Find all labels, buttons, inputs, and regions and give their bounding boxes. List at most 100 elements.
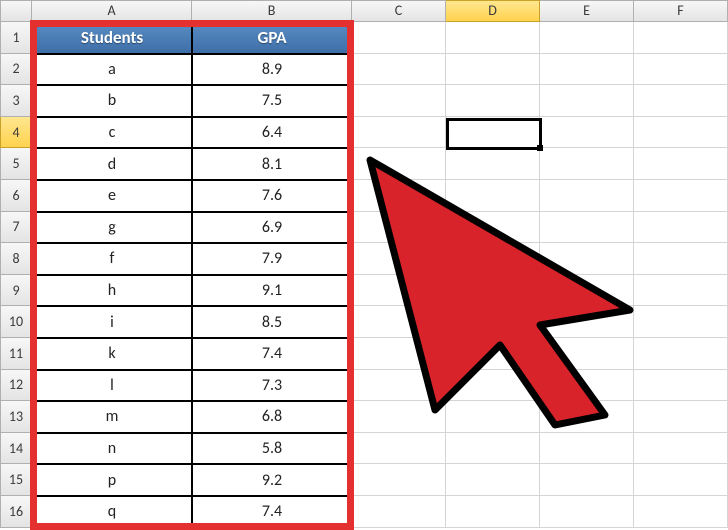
- cell-D5[interactable]: [446, 148, 540, 180]
- cell-B13[interactable]: 6.8: [192, 401, 352, 433]
- cell-B14[interactable]: 5.8: [192, 433, 352, 465]
- cell-A9[interactable]: h: [32, 275, 192, 307]
- cell-A3[interactable]: b: [32, 85, 192, 117]
- cell-C2[interactable]: [352, 54, 446, 86]
- cell-B5[interactable]: 8.1: [192, 148, 352, 180]
- cell[interactable]: [352, 22, 446, 54]
- column-header-A[interactable]: A: [32, 0, 192, 22]
- cell-F6[interactable]: [634, 180, 728, 212]
- cell-F16[interactable]: [634, 496, 728, 528]
- cell-D4[interactable]: [446, 117, 540, 149]
- row-header[interactable]: 1: [0, 22, 32, 54]
- cell[interactable]: [446, 22, 540, 54]
- cell-A13[interactable]: m: [32, 401, 192, 433]
- cell-B12[interactable]: 7.3: [192, 370, 352, 402]
- column-header-B[interactable]: B: [192, 0, 352, 22]
- cell-A15[interactable]: p: [32, 464, 192, 496]
- cell-B2[interactable]: 8.9: [192, 54, 352, 86]
- cell[interactable]: [634, 22, 728, 54]
- cell-F10[interactable]: [634, 306, 728, 338]
- row-header[interactable]: 9: [0, 275, 32, 307]
- cell-D3[interactable]: [446, 85, 540, 117]
- row-header[interactable]: 4: [0, 117, 32, 149]
- cell-B4[interactable]: 6.4: [192, 117, 352, 149]
- cell-E15[interactable]: [540, 464, 634, 496]
- cell-F8[interactable]: [634, 243, 728, 275]
- column-header-C[interactable]: C: [352, 0, 446, 22]
- cell-A6[interactable]: e: [32, 180, 192, 212]
- cell-E12[interactable]: [540, 370, 634, 402]
- cell-C15[interactable]: [352, 464, 446, 496]
- cell-C13[interactable]: [352, 401, 446, 433]
- row-header[interactable]: 10: [0, 306, 32, 338]
- cell-F9[interactable]: [634, 275, 728, 307]
- cell-F5[interactable]: [634, 148, 728, 180]
- cell-B8[interactable]: 7.9: [192, 243, 352, 275]
- cell-A14[interactable]: n: [32, 433, 192, 465]
- cell[interactable]: [540, 22, 634, 54]
- cell-A16[interactable]: q: [32, 496, 192, 528]
- cell-F12[interactable]: [634, 370, 728, 402]
- cell-B11[interactable]: 7.4: [192, 338, 352, 370]
- column-header-E[interactable]: E: [540, 0, 634, 22]
- cell-A4[interactable]: c: [32, 117, 192, 149]
- cell-D8[interactable]: [446, 243, 540, 275]
- cell-F3[interactable]: [634, 85, 728, 117]
- cell-F15[interactable]: [634, 464, 728, 496]
- cell-D10[interactable]: [446, 306, 540, 338]
- cell-E7[interactable]: [540, 212, 634, 244]
- cell-C10[interactable]: [352, 306, 446, 338]
- column-header-F[interactable]: F: [634, 0, 728, 22]
- cell-F14[interactable]: [634, 433, 728, 465]
- cell-B9[interactable]: 9.1: [192, 275, 352, 307]
- cell-A5[interactable]: d: [32, 148, 192, 180]
- cell-E5[interactable]: [540, 148, 634, 180]
- cell-B3[interactable]: 7.5: [192, 85, 352, 117]
- cell-F7[interactable]: [634, 212, 728, 244]
- cell-B15[interactable]: 9.2: [192, 464, 352, 496]
- cell-C8[interactable]: [352, 243, 446, 275]
- row-header[interactable]: 11: [0, 338, 32, 370]
- cell-A10[interactable]: i: [32, 306, 192, 338]
- row-header[interactable]: 2: [0, 54, 32, 86]
- cell-D12[interactable]: [446, 370, 540, 402]
- cell-C16[interactable]: [352, 496, 446, 528]
- cell-D2[interactable]: [446, 54, 540, 86]
- cell-B1[interactable]: GPA: [192, 22, 352, 54]
- cell-D15[interactable]: [446, 464, 540, 496]
- cell-D13[interactable]: [446, 401, 540, 433]
- cell-C11[interactable]: [352, 338, 446, 370]
- row-header[interactable]: 7: [0, 212, 32, 244]
- cell-E3[interactable]: [540, 85, 634, 117]
- cell-C3[interactable]: [352, 85, 446, 117]
- cell-E16[interactable]: [540, 496, 634, 528]
- cell-E14[interactable]: [540, 433, 634, 465]
- row-header[interactable]: 16: [0, 496, 32, 528]
- select-all-corner[interactable]: [0, 0, 32, 22]
- row-header[interactable]: 5: [0, 148, 32, 180]
- cell-E11[interactable]: [540, 338, 634, 370]
- cell-B16[interactable]: 7.4: [192, 496, 352, 528]
- cell-F11[interactable]: [634, 338, 728, 370]
- cell-B7[interactable]: 6.9: [192, 212, 352, 244]
- cell-D7[interactable]: [446, 212, 540, 244]
- row-header[interactable]: 3: [0, 85, 32, 117]
- cell-A11[interactable]: k: [32, 338, 192, 370]
- cell-C6[interactable]: [352, 180, 446, 212]
- cell-C9[interactable]: [352, 275, 446, 307]
- row-header[interactable]: 13: [0, 401, 32, 433]
- row-header[interactable]: 12: [0, 370, 32, 402]
- cell-D16[interactable]: [446, 496, 540, 528]
- cell-E10[interactable]: [540, 306, 634, 338]
- cell-E8[interactable]: [540, 243, 634, 275]
- cell-F4[interactable]: [634, 117, 728, 149]
- cell-A12[interactable]: l: [32, 370, 192, 402]
- row-header[interactable]: 8: [0, 243, 32, 275]
- cell-C12[interactable]: [352, 370, 446, 402]
- spreadsheet-grid[interactable]: A B C D E F 1 Students GPA 2a8.93b7.54c6…: [0, 0, 728, 528]
- cell-A1[interactable]: Students: [32, 22, 192, 54]
- cell-B10[interactable]: 8.5: [192, 306, 352, 338]
- cell-C5[interactable]: [352, 148, 446, 180]
- cell-F13[interactable]: [634, 401, 728, 433]
- cell-D6[interactable]: [446, 180, 540, 212]
